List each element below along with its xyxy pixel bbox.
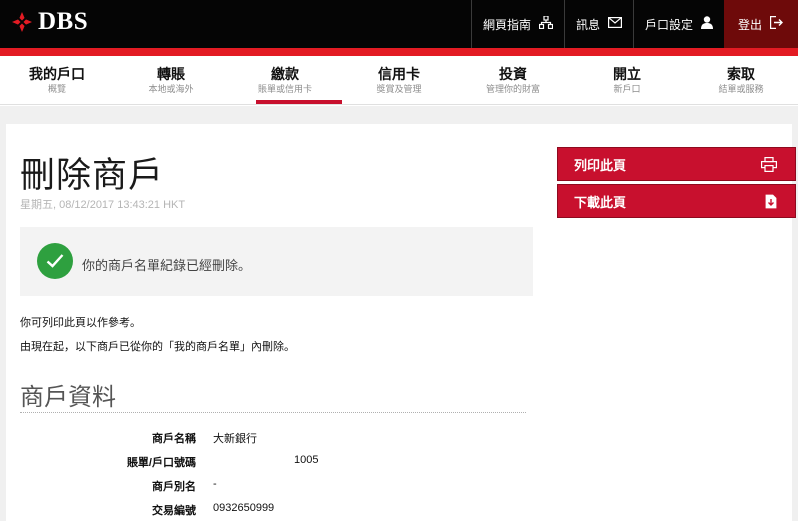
main-navigation: 我的戶口 概覽 轉賬 本地或海外 繳款 賬單或信用卡 信用卡 獎賞及管理 投資 … [0,56,798,105]
detail-row-merchant-name: 商戶名稱 大新銀行 [20,430,520,448]
print-note: 你可列印此頁以作參考。 [20,317,141,329]
detail-value: 大新銀行 [213,433,257,445]
user-icon [701,16,713,32]
nav-main-label: 索取 [727,66,755,82]
success-check-icon [37,243,73,279]
account-settings-label: 戶口設定 [644,17,693,32]
print-page-button[interactable]: 列印此頁 [557,147,796,181]
site-guide-label: 網頁指南 [482,17,531,32]
messages-label: 訊息 [575,17,600,32]
detail-value: - [213,478,217,490]
download-page-label: 下載此頁 [574,194,627,210]
detail-label: 商戶別名 [152,481,196,493]
envelope-icon [607,17,622,31]
messages-link[interactable]: 訊息 [563,0,633,48]
site-guide-link[interactable]: 網頁指南 [470,0,564,48]
logout-label: 登出 [737,17,762,32]
section-divider [20,412,526,413]
top-links: 網頁指南 訊息 戶口設定 登出 [470,0,798,48]
logout-icon [770,16,784,32]
detail-row-merchant-alias: 商戶別名 - [20,478,520,496]
timestamp: 星期五, 08/12/2017 13:43:21 HKT [20,199,186,211]
detail-row-account-number: 賬單/戶口號碼 1005 [20,454,520,472]
section-title: 商戶資料 [20,383,116,411]
dbs-logo[interactable]: DBS [10,8,88,36]
detail-value: 1005 [294,454,319,466]
nav-sub-label: 概覽 [47,84,66,94]
success-message-box: 你的商戶名單紀錄已經刪除。 [20,227,533,296]
detail-value: 0932650999 [213,502,275,514]
removed-note: 由現在起，以下商戶已從你的「我的商戶名單」內刪除。 [20,341,295,353]
nav-main-label: 開立 [613,66,641,82]
nav-sub-label: 本地或海外 [148,84,194,94]
nav-item-my-accounts[interactable]: 我的戶口 概覽 [0,56,114,104]
nav-sub-label: 賬單或信用卡 [257,84,312,94]
print-page-label: 列印此頁 [574,157,627,173]
dbs-star-icon [10,10,34,34]
nav-sub-label: 結單或服務 [718,84,764,94]
nav-sub-label: 新戶口 [613,84,641,94]
logout-button[interactable]: 登出 [724,0,798,48]
nav-item-open-account[interactable]: 開立 新戶口 [570,56,684,104]
nav-item-payments[interactable]: 繳款 賬單或信用卡 [228,56,342,104]
page-title: 刪除商戶 [20,156,165,196]
detail-label: 賬單/戶口號碼 [126,457,196,469]
nav-main-label: 信用卡 [378,66,420,82]
brand-name: DBS [38,8,89,35]
account-settings-link[interactable]: 戶口設定 [632,0,724,48]
nav-sub-label: 管理你的財富 [485,84,540,94]
nav-item-request[interactable]: 索取 結單或服務 [684,56,798,104]
nav-main-label: 轉賬 [157,66,185,82]
detail-label: 商戶名稱 [152,433,196,445]
download-file-icon [765,194,777,212]
nav-sub-label: 獎賞及管理 [376,84,422,94]
nav-item-transfer[interactable]: 轉賬 本地或海外 [114,56,228,104]
detail-row-transaction-id: 交易編號 0932650999 [20,502,520,520]
nav-main-label: 我的戶口 [29,66,85,82]
printer-icon [761,157,778,175]
nav-item-investments[interactable]: 投資 管理你的財富 [456,56,570,104]
download-page-button[interactable]: 下載此頁 [557,184,796,218]
top-bar: DBS 網頁指南 訊息 戶口設定 登出 [0,0,798,48]
nav-main-label: 繳款 [271,66,299,82]
success-message: 你的商戶名單紀錄已經刪除。 [82,258,252,273]
detail-label: 交易編號 [152,505,196,517]
nav-main-label: 投資 [499,66,527,82]
nav-item-credit-cards[interactable]: 信用卡 獎賞及管理 [342,56,456,104]
sitemap-icon [538,15,554,32]
brand-red-strip [0,48,798,56]
